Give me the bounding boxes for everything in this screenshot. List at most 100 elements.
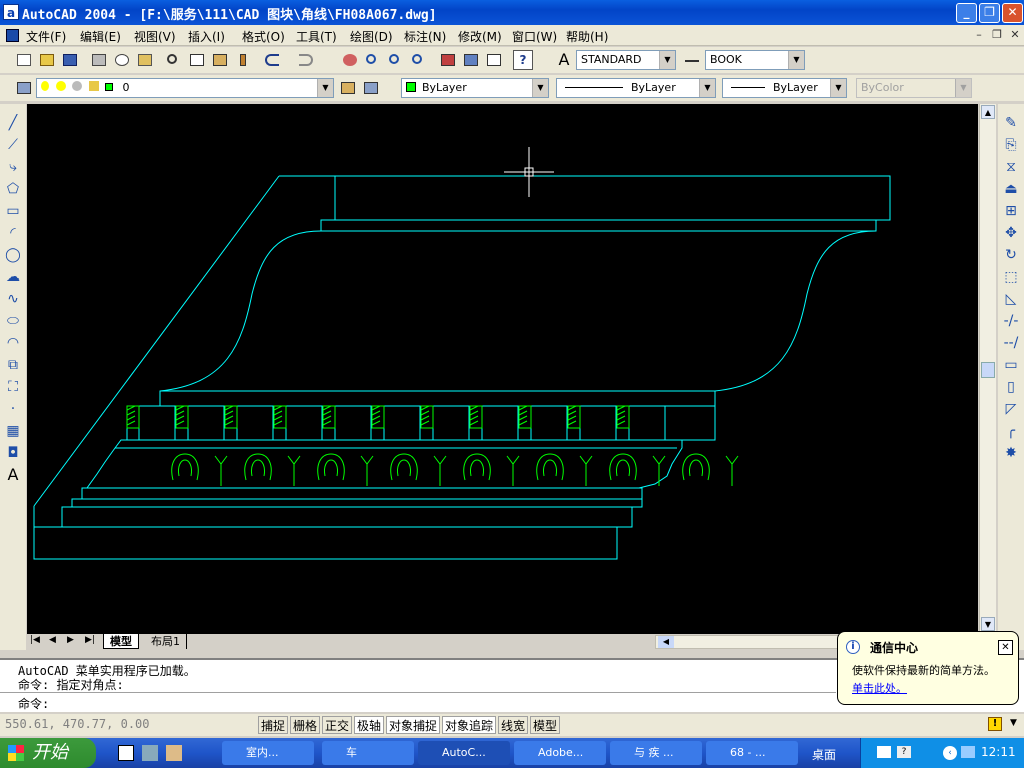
menu-modify[interactable]: 修改(M) [458, 28, 502, 45]
multiline-text-icon[interactable]: A [4, 466, 22, 484]
otrack-toggle[interactable]: 对象追踪 [442, 716, 497, 734]
text-style-select[interactable]: STANDARD ▼ [576, 50, 676, 70]
new-icon[interactable] [14, 50, 34, 70]
save-icon[interactable] [60, 50, 80, 70]
zoom-realtime-icon[interactable] [363, 50, 383, 70]
point-icon[interactable]: · [4, 400, 22, 418]
print-icon[interactable] [89, 50, 109, 70]
layer-manager-icon[interactable] [14, 78, 34, 98]
dimension-style-select[interactable]: BOOK ▼ [705, 50, 805, 70]
redo-icon[interactable] [296, 50, 316, 70]
undo-icon[interactable] [262, 50, 282, 70]
circle-icon[interactable]: ◯ [4, 246, 22, 264]
properties-icon[interactable] [438, 50, 458, 70]
start-button[interactable]: 开始 [0, 738, 96, 768]
zoom-window-icon[interactable] [386, 50, 406, 70]
model-space-toggle[interactable]: 模型 [530, 716, 561, 734]
scale-icon[interactable]: ⬚ [1002, 268, 1020, 286]
extend-icon[interactable]: --/ [1002, 334, 1020, 352]
ortho-toggle[interactable]: 正交 [322, 716, 353, 734]
lineweight-select[interactable]: ByLayer ▼ [722, 78, 847, 98]
quicklaunch-icon-2[interactable] [142, 745, 158, 761]
next-tab-arrow-icon[interactable]: ▶ [67, 635, 74, 645]
help-tray-icon[interactable]: ? [897, 746, 911, 758]
erase-icon[interactable]: ✎ [1002, 114, 1020, 132]
document-icon[interactable] [6, 29, 19, 42]
command-prompt[interactable]: 命令: [18, 695, 49, 712]
polar-toggle[interactable]: 极轴 [354, 716, 385, 734]
autocad-app-icon[interactable]: a [3, 4, 19, 20]
layer-select[interactable]: 0 ▼ [36, 78, 334, 98]
keyboard-icon[interactable] [877, 746, 891, 758]
hatch-icon[interactable]: ▦ [4, 422, 22, 440]
array-icon[interactable]: ⊞ [1002, 202, 1020, 220]
media-player-icon[interactable] [118, 745, 134, 761]
design-center-icon[interactable] [461, 50, 481, 70]
tab-layout1[interactable]: 布局1 [145, 634, 187, 649]
status-menu-arrow-icon[interactable]: ▼ [1010, 718, 1017, 728]
make-layer-current-icon[interactable] [338, 78, 358, 98]
quicklaunch-icon-3[interactable] [166, 745, 182, 761]
last-tab-arrow-icon[interactable]: ▶| [85, 635, 95, 645]
communication-center-icon[interactable]: ! [988, 717, 1002, 731]
copy-object-icon[interactable]: ⎘ [1002, 136, 1020, 154]
network-icon[interactable] [961, 746, 975, 758]
mdi-minimize-button[interactable]: – [972, 28, 986, 42]
drawing-canvas[interactable] [27, 104, 978, 634]
fillet-icon[interactable]: ╭ [1002, 422, 1020, 440]
first-tab-arrow-icon[interactable]: |◀ [30, 635, 40, 645]
mdi-close-button[interactable]: ✕ [1008, 28, 1022, 42]
menu-tools[interactable]: 工具(T) [296, 28, 337, 45]
pan-icon[interactable] [340, 50, 360, 70]
insert-block-icon[interactable]: ⧉ [4, 356, 22, 374]
chevron-left-icon[interactable]: ‹ [943, 746, 957, 760]
revision-cloud-icon[interactable]: ☁ [4, 268, 22, 286]
task-车[interactable]: 车 [322, 741, 414, 765]
help-icon[interactable]: ? [513, 50, 533, 70]
task-autocad[interactable]: AutoC... [418, 741, 510, 765]
menu-file[interactable]: 文件(F) [26, 28, 66, 45]
arc-icon[interactable]: ◜ [4, 224, 22, 242]
explode-icon[interactable]: ✸ [1002, 444, 1020, 462]
color-select[interactable]: ByLayer ▼ [401, 78, 549, 98]
mirror-icon[interactable]: ⧖ [1002, 158, 1020, 176]
polyline-icon[interactable]: ⤷ [4, 158, 22, 176]
mdi-restore-button[interactable]: ❐ [990, 28, 1004, 42]
task-与疾[interactable]: 与 疾 ... [610, 741, 702, 765]
menu-window[interactable]: 窗口(W) [512, 28, 557, 45]
menu-insert[interactable]: 插入(I) [188, 28, 225, 45]
move-icon[interactable]: ✥ [1002, 224, 1020, 242]
tab-model[interactable]: 模型 [103, 634, 139, 649]
copy-icon[interactable] [187, 50, 207, 70]
open-icon[interactable] [37, 50, 57, 70]
make-block-icon[interactable]: ⛶ [4, 378, 22, 396]
publish-icon[interactable] [135, 50, 155, 70]
region-icon[interactable]: ◘ [4, 444, 22, 462]
break-icon[interactable]: ▯ [1002, 378, 1020, 396]
menu-dimension[interactable]: 标注(N) [404, 28, 446, 45]
minimize-button[interactable]: _ [956, 3, 977, 23]
task-adobe[interactable]: Adobe... [514, 741, 606, 765]
construction-line-icon[interactable]: ⟋ [4, 136, 22, 154]
prev-tab-arrow-icon[interactable]: ◀ [49, 635, 56, 645]
rotate-icon[interactable]: ↻ [1002, 246, 1020, 264]
close-button[interactable]: ✕ [1002, 3, 1023, 23]
lineweight-toggle[interactable]: 线宽 [498, 716, 529, 734]
clock[interactable]: 12:11 [981, 745, 1016, 759]
snap-toggle[interactable]: 捕捉 [258, 716, 289, 734]
ellipse-icon[interactable]: ⬭ [4, 312, 22, 330]
trim-icon[interactable]: -/- [1002, 312, 1020, 330]
match-properties-icon[interactable] [233, 50, 253, 70]
menu-help[interactable]: 帮助(H) [566, 28, 608, 45]
task-68[interactable]: 68 - ... [706, 741, 798, 765]
menu-edit[interactable]: 编辑(E) [80, 28, 121, 45]
scroll-down-arrow-icon[interactable]: ▼ [981, 617, 995, 631]
balloon-link[interactable]: 单击此处。 [852, 680, 907, 696]
polygon-icon[interactable]: ⬠ [4, 180, 22, 198]
linetype-select[interactable]: ByLayer ▼ [556, 78, 716, 98]
tool-palettes-icon[interactable] [484, 50, 504, 70]
offset-icon[interactable]: ⏏ [1002, 180, 1020, 198]
line-icon[interactable]: ╱ [4, 114, 22, 132]
rectangle-icon[interactable]: ▭ [4, 202, 22, 220]
vertical-scrollbar[interactable]: ▲ ▼ [979, 104, 996, 634]
